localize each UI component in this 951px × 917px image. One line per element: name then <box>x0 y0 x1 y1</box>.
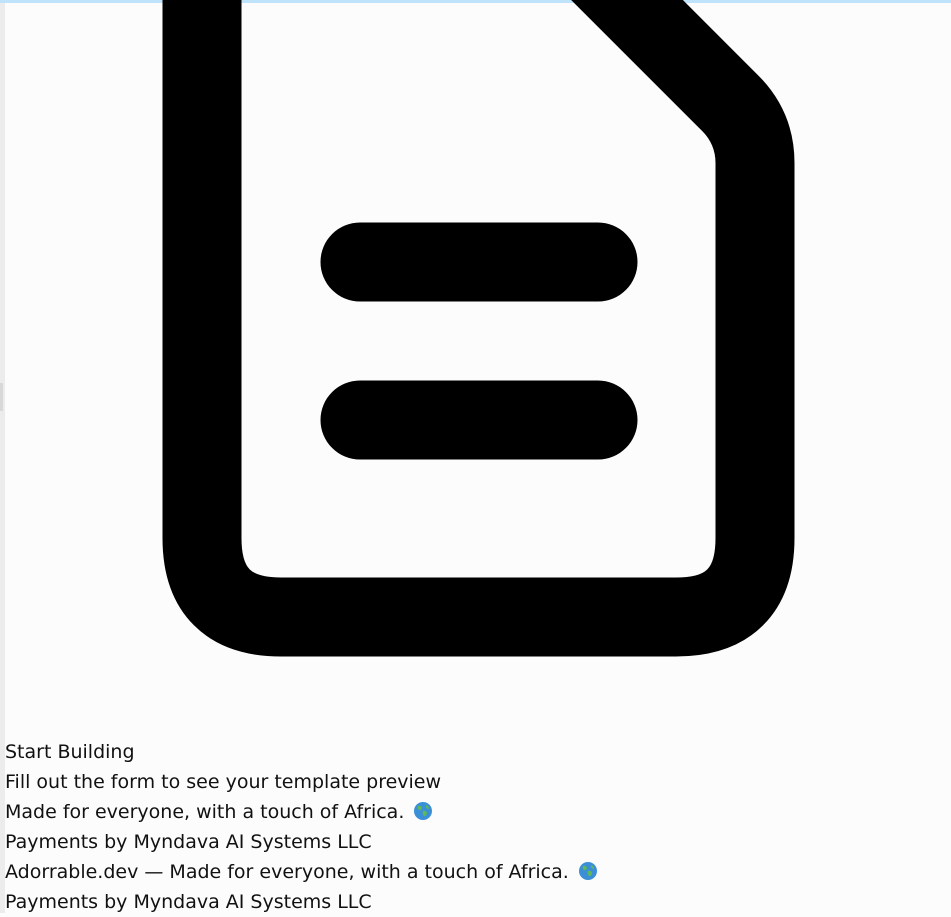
footer-payments: Payments by Myndava AI Systems LLC <box>5 831 372 853</box>
empty-state-title: Start Building <box>5 741 135 763</box>
globe-icon <box>414 802 433 820</box>
empty-state-subtitle: Fill out the form to see your template p… <box>5 771 442 793</box>
footer-brand-tagline: Adorrable.dev — Made for everyone, with … <box>5 857 945 887</box>
globe-icon <box>578 862 597 880</box>
content-text-block: Start Building Fill out the form to see … <box>5 737 945 917</box>
document-icon <box>162 0 795 657</box>
footer-brand-tagline-text: Adorrable.dev — Made for everyone, with … <box>5 861 569 883</box>
footer-tagline-text: Made for everyone, with a touch of Afric… <box>5 801 405 823</box>
footer-tagline: Made for everyone, with a touch of Afric… <box>5 797 945 827</box>
